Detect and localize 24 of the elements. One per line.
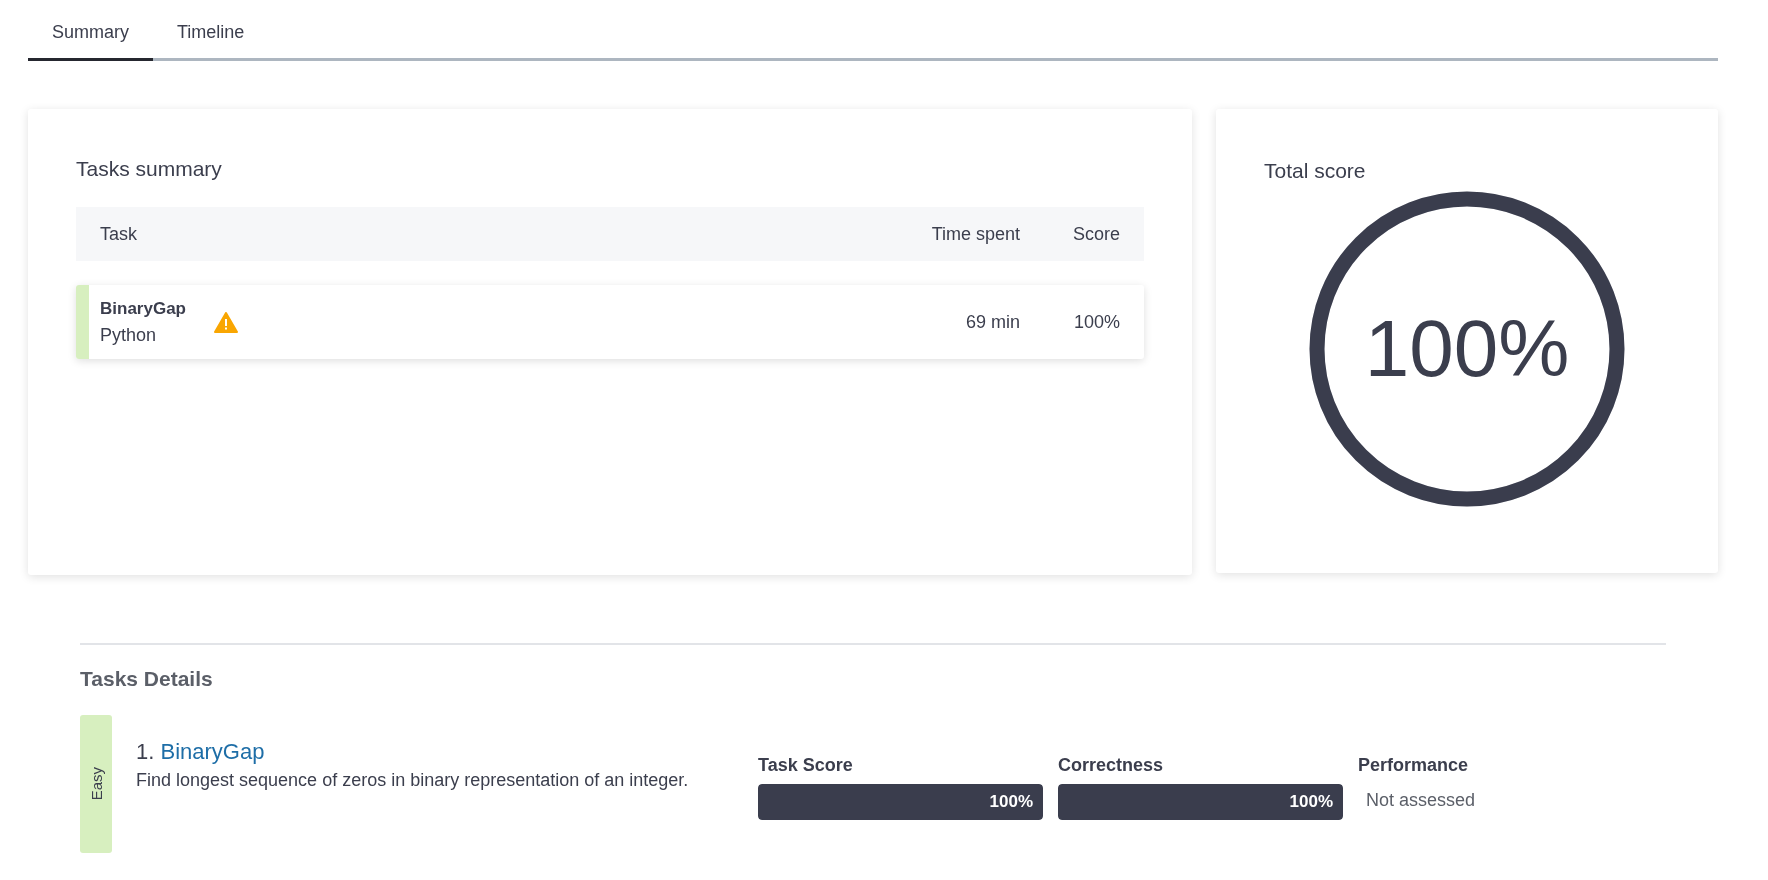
- task-link[interactable]: BinaryGap: [160, 739, 265, 764]
- card-title: Tasks summary: [76, 157, 223, 181]
- progress-bar: 100%: [758, 784, 1043, 820]
- task-number: 1.: [136, 739, 155, 764]
- metric-value: Not assessed: [1365, 789, 1477, 812]
- task-name: BinaryGap: [100, 298, 186, 319]
- metric-label: Task Score: [758, 755, 854, 776]
- section-title: Tasks Details: [80, 667, 214, 691]
- metric-label: Correctness: [1058, 755, 1165, 776]
- score-value: 100%: [1364, 303, 1570, 395]
- difficulty-tag: Easy: [80, 715, 112, 853]
- column-header: Score: [1071, 223, 1120, 245]
- tab[interactable]: Timeline: [153, 8, 269, 61]
- task-description: Find longest sequence of zeros in binary representation of an integer.: [136, 769, 690, 792]
- task-score: 100%: [1072, 311, 1120, 333]
- column-header: Task: [100, 223, 138, 245]
- task-language: Python: [100, 324, 158, 346]
- metric-label: Performance: [1358, 755, 1470, 776]
- progress-bar: 100%: [1058, 784, 1343, 820]
- time-spent: 69 min: [964, 311, 1020, 333]
- task-row[interactable]: BinaryGap Python 69 min 100%: [76, 285, 1144, 359]
- card-title: Total score: [1264, 159, 1367, 183]
- column-header: Time spent: [930, 223, 1020, 245]
- tab[interactable]: Summary: [28, 8, 153, 61]
